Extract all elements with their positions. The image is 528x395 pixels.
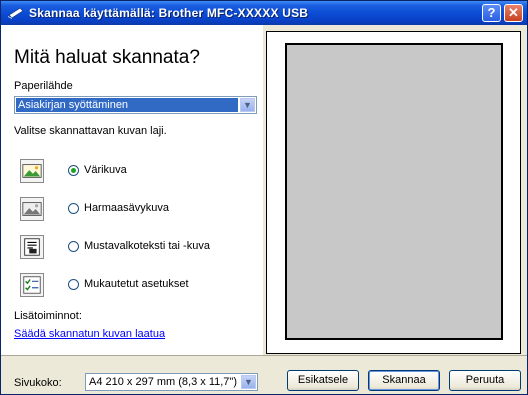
page-size-select[interactable]: A4 210 x 297 mm (8,3 x 11,7") ▼ bbox=[85, 373, 258, 391]
title-bar[interactable]: Skannaa käyttämällä: Brother MFC-XXXXX U… bbox=[1, 1, 527, 25]
preview-area[interactable] bbox=[266, 31, 521, 354]
paper-source-label: Paperilähde bbox=[14, 80, 73, 92]
custom-settings-icon bbox=[20, 273, 44, 297]
radio-grayscale[interactable] bbox=[68, 203, 79, 214]
option-color-label: Värikuva bbox=[84, 164, 127, 176]
image-type-label: Valitse skannattavan kuvan laji. bbox=[14, 125, 167, 137]
additional-actions-label: Lisätoiminnot: bbox=[14, 310, 82, 322]
chevron-down-icon[interactable]: ▼ bbox=[240, 98, 255, 112]
color-photo-icon bbox=[20, 159, 44, 183]
option-custom-label: Mukautetut asetukset bbox=[84, 278, 189, 290]
radio-bw-text[interactable] bbox=[68, 241, 79, 252]
paper-source-select[interactable]: Asiakirjan syöttäminen ▼ bbox=[14, 96, 257, 114]
preview-page[interactable] bbox=[285, 43, 503, 340]
help-button[interactable]: ? bbox=[482, 4, 501, 22]
page-size-value: A4 210 x 297 mm (8,3 x 11,7") bbox=[89, 376, 237, 388]
scan-button[interactable]: Skannaa bbox=[368, 370, 440, 391]
options-panel: Mitä haluat skannata? Paperilähde Asiaki… bbox=[1, 25, 263, 355]
dialog-footer: Sivukoko: A4 210 x 297 mm (8,3 x 11,7") … bbox=[1, 355, 527, 394]
preview-panel bbox=[263, 25, 527, 355]
radio-color[interactable] bbox=[68, 165, 79, 176]
page-title: Mitä haluat skannata? bbox=[14, 47, 200, 68]
close-button[interactable]: ✕ bbox=[504, 4, 523, 22]
radio-custom[interactable] bbox=[68, 279, 79, 290]
grayscale-photo-icon bbox=[20, 197, 44, 221]
preview-button[interactable]: Esikatsele bbox=[287, 370, 359, 391]
option-grayscale-label: Harmaasävykuva bbox=[84, 202, 169, 214]
scan-dialog: Skannaa käyttämällä: Brother MFC-XXXXX U… bbox=[0, 0, 528, 395]
window-title: Skannaa käyttämällä: Brother MFC-XXXXX U… bbox=[29, 6, 309, 20]
chevron-down-icon[interactable]: ▼ bbox=[241, 375, 256, 389]
scanner-icon bbox=[8, 7, 24, 19]
bw-text-icon bbox=[20, 235, 44, 259]
option-bw-text-label: Mustavalkoteksti tai -kuva bbox=[84, 240, 210, 252]
cancel-button[interactable]: Peruuta bbox=[449, 370, 521, 391]
adjust-quality-link[interactable]: Säädä skannatun kuvan laatua bbox=[14, 328, 165, 340]
page-size-label: Sivukoko: bbox=[14, 377, 62, 389]
paper-source-value: Asiakirjan syöttäminen bbox=[16, 98, 238, 112]
